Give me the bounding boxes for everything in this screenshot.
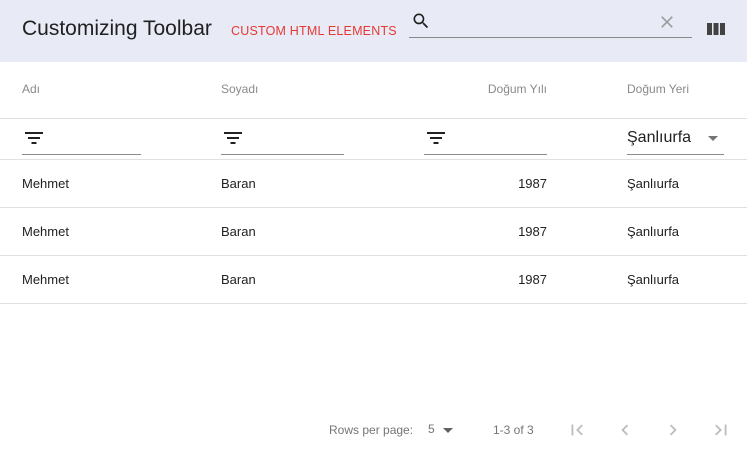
first-page-icon bbox=[571, 424, 583, 436]
filter-row: Şanlıurfa bbox=[0, 119, 747, 160]
table-row[interactable]: Mehmet Baran 1987 Şanlıurfa bbox=[0, 160, 747, 208]
column-header-surname[interactable]: Soyadı bbox=[221, 82, 258, 96]
filter-list-icon bbox=[224, 132, 242, 144]
cell-surname: Baran bbox=[221, 272, 256, 287]
rows-per-page-select[interactable]: 5 bbox=[428, 420, 458, 440]
birth-place-filter-value: Şanlıurfa bbox=[627, 129, 692, 146]
search-input[interactable] bbox=[439, 10, 659, 34]
cell-birth-year: 1987 bbox=[518, 176, 547, 191]
cell-name: Mehmet bbox=[22, 176, 69, 191]
cell-birth-year: 1987 bbox=[518, 224, 547, 239]
table-header-row: Adı Soyadı Doğum Yılı Doğum Yeri bbox=[0, 62, 747, 119]
birth-place-filter-select[interactable]: Şanlıurfa bbox=[627, 119, 724, 155]
filter-list-icon bbox=[427, 132, 445, 144]
column-header-birth-year[interactable]: Doğum Yılı bbox=[488, 82, 547, 96]
search-icon bbox=[413, 13, 429, 29]
clear-icon[interactable] bbox=[657, 12, 677, 32]
surname-filter-field[interactable] bbox=[221, 119, 344, 155]
birth-year-filter-field[interactable] bbox=[424, 119, 547, 155]
cell-birth-place: Şanlıurfa bbox=[627, 176, 680, 191]
cell-birth-place: Şanlıurfa bbox=[627, 224, 680, 239]
pagination: Rows per page: 5 1-3 of 3 bbox=[0, 406, 747, 454]
cell-name: Mehmet bbox=[22, 272, 69, 287]
last-page-button[interactable] bbox=[710, 419, 732, 441]
next-page-button[interactable] bbox=[662, 419, 684, 441]
column-header-birth-place[interactable]: Doğum Yeri bbox=[627, 82, 689, 96]
rows-per-page-value: 5 bbox=[428, 422, 435, 436]
cell-surname: Baran bbox=[221, 224, 256, 239]
toolbar: Customizing Toolbar CUSTOM HTML ELEMENTS bbox=[0, 0, 747, 62]
cell-birth-year: 1987 bbox=[518, 272, 547, 287]
table-row[interactable]: Mehmet Baran 1987 Şanlıurfa bbox=[0, 256, 747, 304]
view-column-icon[interactable] bbox=[706, 20, 726, 38]
filter-list-icon bbox=[25, 132, 43, 144]
chevron-right-icon bbox=[669, 424, 677, 436]
last-page-icon bbox=[715, 424, 727, 436]
arrow-drop-down-icon bbox=[443, 428, 453, 433]
page-title: Customizing Toolbar bbox=[22, 17, 212, 40]
cell-name: Mehmet bbox=[22, 224, 69, 239]
cell-surname: Baran bbox=[221, 176, 256, 191]
chevron-left-icon bbox=[621, 424, 629, 436]
custom-html-elements-label: CUSTOM HTML ELEMENTS bbox=[231, 24, 397, 38]
previous-page-button[interactable] bbox=[614, 419, 636, 441]
page-range: 1-3 of 3 bbox=[493, 423, 534, 437]
search-field[interactable] bbox=[409, 6, 692, 38]
arrow-drop-down-icon bbox=[708, 136, 718, 141]
data-table: Adı Soyadı Doğum Yılı Doğum Yeri Şanlıur… bbox=[0, 62, 747, 304]
column-header-name[interactable]: Adı bbox=[22, 82, 40, 96]
name-filter-field[interactable] bbox=[22, 119, 141, 155]
first-page-button[interactable] bbox=[566, 419, 588, 441]
cell-birth-place: Şanlıurfa bbox=[627, 272, 680, 287]
rows-per-page-label: Rows per page: bbox=[329, 423, 414, 437]
table-row[interactable]: Mehmet Baran 1987 Şanlıurfa bbox=[0, 208, 747, 256]
